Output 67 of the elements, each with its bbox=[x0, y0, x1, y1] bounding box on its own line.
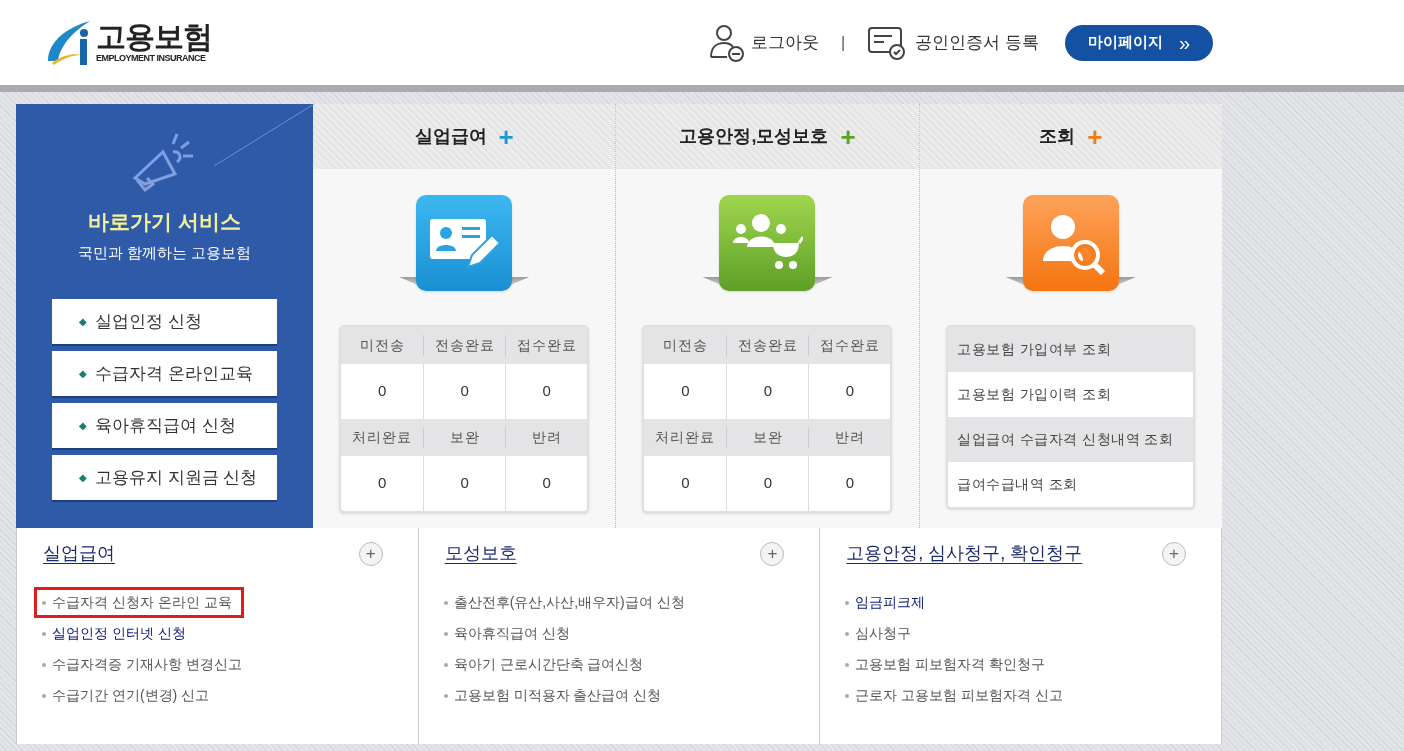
double-chevron-icon: » bbox=[1178, 27, 1191, 58]
quick-link-button[interactable]: ◆ 실업인정 신청 bbox=[52, 299, 277, 346]
status-count[interactable]: 0 bbox=[423, 456, 506, 511]
quick-link-button[interactable]: ◆ 육아휴직급여 신청 bbox=[52, 403, 277, 450]
quick-service-subtitle: 국민과 함께하는 고용보험 bbox=[77, 242, 252, 263]
status-label: 미전송 bbox=[662, 336, 709, 355]
logout-link[interactable]: 로그아웃 bbox=[707, 22, 820, 63]
status-count[interactable]: 0 bbox=[726, 456, 809, 511]
section-link[interactable]: 출산전후(유산,사산,배우자)급여 신청 bbox=[435, 587, 693, 618]
logo-subtitle: EMPLOYMENT INSURANCE bbox=[96, 54, 207, 63]
status-label: 반려 bbox=[808, 427, 891, 448]
quick-link-button[interactable]: ◆ 수급자격 온라인교육 bbox=[52, 351, 277, 398]
diamond-icon: ◆ bbox=[79, 314, 87, 329]
status-count[interactable]: 0 bbox=[505, 456, 588, 511]
status-label: 접수완료 bbox=[808, 335, 891, 356]
status-label: 처리완료 bbox=[351, 428, 414, 447]
section-link[interactable]: 수급자격 신청자 온라인 교육 bbox=[34, 587, 244, 618]
status-count[interactable]: 0 bbox=[341, 456, 424, 511]
lookup-link[interactable]: 실업급여 수급자격 신청내역 조회 bbox=[948, 417, 1194, 462]
section-link[interactable]: 수급기간 연기(변경) 신고 bbox=[34, 680, 218, 711]
section-link[interactable]: 수급자격증 기재사항 변경신고 bbox=[34, 649, 250, 680]
section-link[interactable]: 근로자 고용보험 피보험자격 신고 bbox=[837, 680, 1071, 711]
more-button[interactable]: + bbox=[358, 541, 383, 566]
status-label: 미전송 bbox=[358, 336, 406, 355]
more-button[interactable]: + bbox=[1162, 541, 1186, 566]
section-link[interactable]: 육아휴직급여 신청 bbox=[435, 618, 578, 649]
section-link[interactable]: 고용보험 피보험자격 확인청구 bbox=[837, 649, 1054, 680]
status-count[interactable]: 0 bbox=[644, 364, 727, 419]
lookup-link[interactable]: 고용보험 가입이력 조회 bbox=[948, 372, 1194, 417]
section-link[interactable]: 고용보험 미적용자 출산급여 신청 bbox=[435, 680, 670, 711]
mypage-button[interactable]: 마이페이지 » bbox=[1065, 24, 1213, 61]
section-link[interactable]: 육아기 근로시간단축 급여신청 bbox=[435, 649, 652, 680]
lookup-link[interactable]: 고용보험 가입여부 조회 bbox=[948, 327, 1194, 372]
section-title[interactable]: 모성보호 bbox=[444, 540, 517, 567]
status-count[interactable]: 0 bbox=[808, 456, 891, 511]
logo-title: 고용보험 bbox=[96, 22, 212, 52]
more-button[interactable]: + bbox=[760, 541, 785, 566]
status-label: 처리완료 bbox=[654, 428, 717, 447]
separator: | bbox=[841, 32, 846, 53]
certificate-link[interactable]: 공인인증서 등록 bbox=[867, 24, 1039, 61]
user-search-icon[interactable] bbox=[1022, 195, 1119, 291]
column-title[interactable]: 조회 bbox=[1039, 123, 1076, 150]
section-link[interactable]: 실업인정 인터넷 신청 bbox=[34, 618, 194, 649]
quick-service-title: 바로가기 서비스 bbox=[88, 209, 241, 235]
diamond-icon: ◆ bbox=[79, 418, 87, 433]
quick-link-button[interactable]: ◆ 고용유지 지원금 신청 bbox=[52, 455, 277, 502]
section-link[interactable]: 심사청구 bbox=[837, 618, 920, 649]
status-label: 전송완료 bbox=[726, 335, 809, 356]
status-count[interactable]: 0 bbox=[341, 364, 424, 419]
family-stroller-icon[interactable] bbox=[719, 195, 816, 291]
section-title[interactable]: 고용안정, 심사청구, 확인청구 bbox=[846, 540, 1083, 567]
diamond-icon: ◆ bbox=[79, 366, 87, 381]
logo[interactable]: 고용보험 EMPLOYMENT INSURANCE bbox=[44, 16, 212, 69]
status-label: 보완 bbox=[423, 427, 506, 448]
column-title[interactable]: 실업급여 bbox=[414, 123, 487, 150]
status-label: 반려 bbox=[505, 427, 588, 448]
section-link[interactable]: 임금피크제 bbox=[837, 587, 934, 618]
section-title[interactable]: 실업급여 bbox=[43, 540, 115, 567]
status-count[interactable]: 0 bbox=[644, 456, 727, 511]
certificate-check-icon bbox=[867, 24, 908, 61]
column-title[interactable]: 고용안정,모성보호 bbox=[679, 123, 829, 150]
lookup-link[interactable]: 급여수급내역 조회 bbox=[948, 462, 1194, 507]
status-label: 보완 bbox=[726, 427, 809, 448]
status-label: 전송완료 bbox=[423, 335, 506, 356]
status-label: 접수완료 bbox=[505, 335, 588, 356]
diamond-icon: ◆ bbox=[79, 470, 87, 485]
id-card-icon[interactable] bbox=[416, 195, 513, 291]
